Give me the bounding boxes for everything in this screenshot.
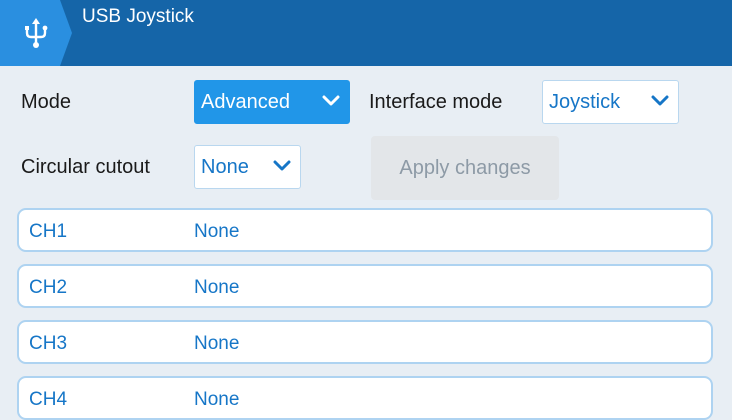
channel-value: None [194, 389, 240, 410]
chevron-down-icon [322, 95, 340, 106]
channel-value: None [194, 277, 240, 298]
interface-mode-dropdown[interactable]: Joystick [542, 80, 679, 124]
channel-value: None [194, 221, 240, 242]
channel-row-ch4[interactable]: CH4 None [17, 376, 713, 420]
usb-icon [25, 18, 48, 48]
channel-name: CH3 [29, 333, 68, 354]
mode-value: Advanced [201, 90, 290, 113]
mode-label: Mode [21, 91, 72, 113]
chevron-down-icon [651, 95, 669, 106]
channel-row-ch2[interactable]: CH2 None [17, 264, 713, 308]
circular-cutout-label: Circular cutout [21, 156, 150, 178]
usb-tab[interactable] [0, 0, 72, 66]
channel-name: CH4 [29, 389, 68, 410]
channel-row-ch1[interactable]: CH1 None [17, 208, 713, 252]
circular-cutout-value: None [201, 155, 249, 178]
channel-name: CH2 [29, 277, 68, 298]
circular-cutout-dropdown[interactable]: None [194, 145, 301, 189]
channel-row-ch3[interactable]: CH3 None [17, 320, 713, 364]
chevron-down-icon [273, 160, 291, 171]
channel-name: CH1 [29, 221, 68, 242]
page-title: USB Joystick [82, 6, 194, 27]
mode-dropdown[interactable]: Advanced [194, 80, 350, 124]
apply-changes-button[interactable]: Apply changes [371, 136, 559, 200]
app-header: USB Joystick [0, 0, 732, 66]
channel-value: None [194, 333, 240, 354]
interface-mode-value: Joystick [549, 90, 621, 113]
interface-mode-label: Interface mode [369, 91, 503, 113]
